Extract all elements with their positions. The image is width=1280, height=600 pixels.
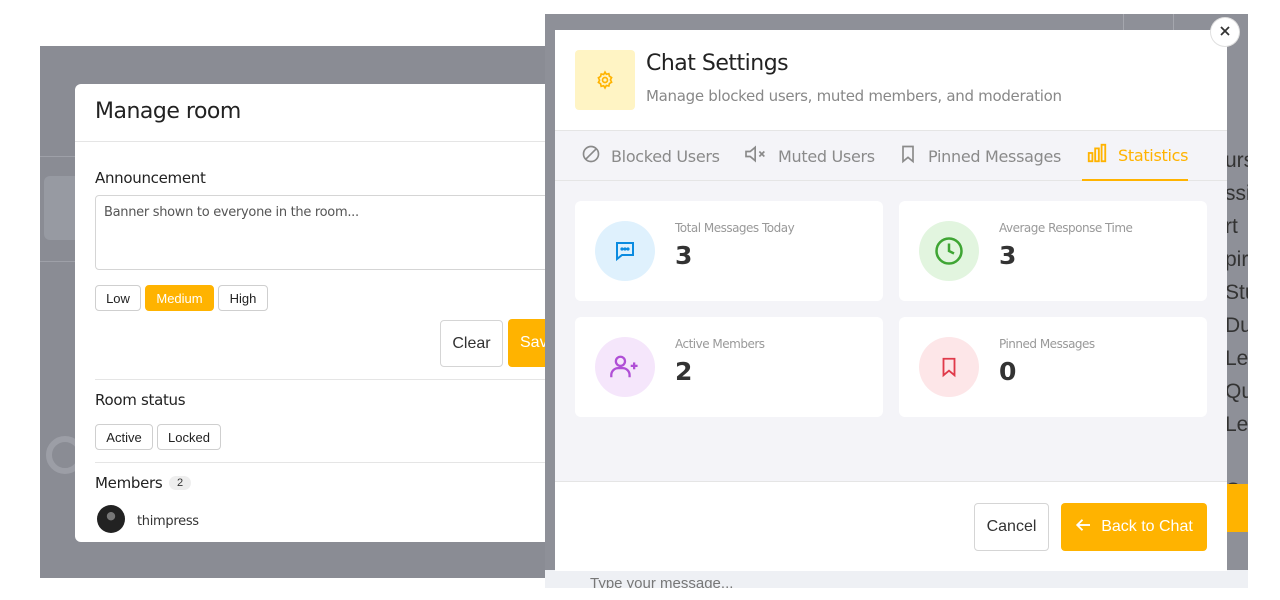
- stat-label: Average Response Time: [999, 221, 1133, 235]
- user-add-icon: [595, 337, 655, 397]
- close-button[interactable]: [1211, 18, 1239, 46]
- modal-title: Chat Settings: [646, 51, 789, 76]
- member-name: thimpress: [137, 514, 199, 529]
- divider: [95, 379, 555, 380]
- modal-title: Manage room: [95, 99, 241, 124]
- avatar: [97, 505, 125, 533]
- members-label: Members: [95, 474, 163, 492]
- clear-button[interactable]: Clear: [440, 320, 503, 367]
- tab-label: Pinned Messages: [928, 146, 1062, 166]
- stat-value: 0: [999, 357, 1017, 386]
- bookmark-icon: [898, 143, 918, 169]
- priority-low-chip[interactable]: Low: [95, 285, 141, 311]
- background-course-text: urs ssi rt piry Stu Du Les Qu Le Co Sh: [1225, 149, 1248, 535]
- announcement-label: Announcement: [95, 169, 206, 187]
- close-icon: [1219, 24, 1231, 40]
- back-to-chat-button[interactable]: Back to Chat: [1061, 503, 1207, 551]
- button-label: Back to Chat: [1101, 518, 1193, 535]
- stat-value: 2: [675, 357, 693, 386]
- stat-card-total-messages: Total Messages Today 3: [575, 201, 883, 301]
- tab-pinned-messages[interactable]: Pinned Messages: [898, 131, 1061, 181]
- bar-chart-icon: [1086, 142, 1108, 168]
- tab-blocked-users[interactable]: Blocked Users: [581, 131, 720, 181]
- manage-room-modal: Manage room Announcement Banner shown to…: [75, 84, 555, 542]
- modal-subtitle: Manage blocked users, muted members, and…: [646, 87, 1062, 105]
- tab-label: Blocked Users: [611, 146, 720, 166]
- stat-value: 3: [675, 241, 693, 270]
- settings-tabs: Blocked Users Muted Users Pinned Message…: [555, 130, 1227, 181]
- members-count-badge: 2: [169, 476, 191, 490]
- stat-card-average-response: Average Response Time 3: [899, 201, 1207, 301]
- chat-settings-modal: Chat Settings Manage blocked users, mute…: [555, 30, 1227, 571]
- announcement-input[interactable]: Banner shown to everyone in the room...: [95, 195, 555, 270]
- stat-value: 3: [999, 241, 1017, 270]
- stat-label: Pinned Messages: [999, 337, 1095, 351]
- status-locked-chip[interactable]: Locked: [157, 424, 221, 450]
- priority-high-chip[interactable]: High: [218, 285, 268, 311]
- stat-label: Total Messages Today: [675, 221, 795, 235]
- clock-icon: [919, 221, 979, 281]
- bookmark-icon: [919, 337, 979, 397]
- message-input: Type your message...: [590, 575, 734, 588]
- stat-card-pinned-messages: Pinned Messages 0: [899, 317, 1207, 417]
- tab-label: Statistics: [1118, 145, 1189, 165]
- arrow-left-icon: [1075, 516, 1093, 539]
- tab-muted-users[interactable]: Muted Users: [744, 131, 875, 181]
- priority-medium-chip[interactable]: Medium: [145, 285, 214, 311]
- gear-icon: [575, 50, 635, 110]
- tab-statistics[interactable]: Statistics: [1082, 131, 1188, 181]
- chat-bubble-icon: [595, 221, 655, 281]
- room-status-label: Room status: [95, 391, 186, 409]
- tab-label: Muted Users: [778, 146, 875, 166]
- divider: [75, 141, 555, 142]
- modal-footer: Cancel Back to Chat: [555, 481, 1227, 571]
- divider: [95, 462, 555, 463]
- stat-label: Active Members: [675, 337, 765, 351]
- cancel-button[interactable]: Cancel: [974, 503, 1049, 551]
- stat-card-active-members: Active Members 2: [575, 317, 883, 417]
- mute-icon: [744, 144, 768, 168]
- block-icon: [581, 144, 601, 168]
- status-active-chip[interactable]: Active: [95, 424, 153, 450]
- statistics-panel: Total Messages Today 3 Average Response …: [555, 181, 1227, 481]
